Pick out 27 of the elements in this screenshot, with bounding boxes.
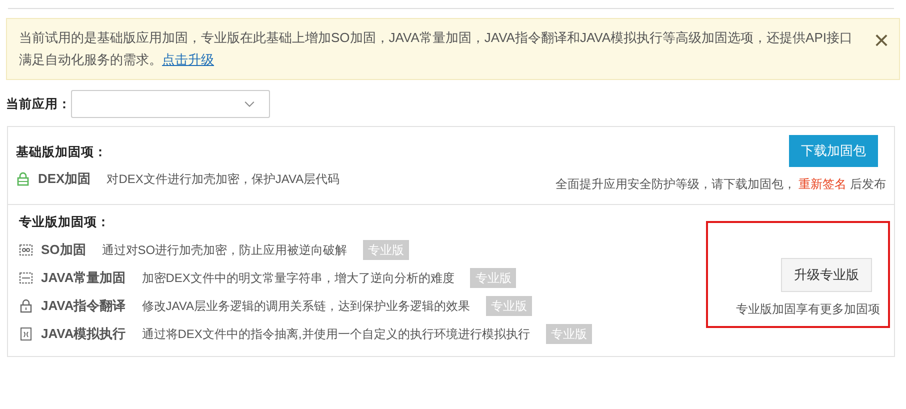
app-select[interactable] [71, 90, 270, 118]
function-icon [19, 326, 33, 340]
feature-description: 通过将DEX文件中的指令抽离,并使用一个自定义的执行环境进行模拟执行 [142, 326, 530, 342]
app-label: 当前应用： [6, 96, 71, 113]
close-button[interactable]: × [874, 29, 889, 51]
feature-name: SO加固 [41, 240, 86, 258]
feature-description: 对DEX文件进行加壳加密，保护JAVA层代码 [106, 170, 340, 188]
upgrade-note: 专业版加固享有更多加固项 [736, 300, 880, 318]
lock-icon [19, 298, 33, 312]
file-icon [19, 242, 33, 256]
section-title: 专业版加固项： [19, 214, 111, 231]
notice-text: 当前试用的是基础版应用加固，专业版在此基础上增加SO加固，JAVA常量加固，JAVA指令翻译和JAVA模拟执行等高级加固选项，还提供API接口满足自动化服务的需求。点击升级 [19, 29, 854, 69]
feature-name: JAVA模拟执行 [41, 324, 126, 342]
file-icon [19, 270, 33, 284]
feature-description: 修改JAVA层业务逻辑的调用关系链，达到保护业务逻辑的效果 [142, 298, 470, 314]
upgrade-link[interactable]: 点击升级 [162, 52, 214, 67]
upgrade-button[interactable]: 升级专业版 [781, 258, 872, 292]
chevron-down-icon [244, 101, 255, 108]
feature-name: DEX加固 [38, 170, 91, 188]
download-button[interactable]: 下载加固包 [789, 135, 878, 166]
signing-note: 全面提升应用安全防护等级，请下载加固包， 重新签名 后发布 [555, 176, 886, 192]
lock-icon [16, 172, 30, 186]
feature-description: 加密DEX文件中的明文常量字符串，增大了逆向分析的难度 [142, 270, 454, 286]
feature-name: JAVA常量加固 [41, 268, 126, 286]
feature-name: JAVA指令翻译 [41, 296, 126, 314]
feature-description: 通过对SO进行加壳加密，防止应用被逆向破解 [102, 242, 348, 258]
section-title: 基础版加固项： [16, 144, 108, 161]
